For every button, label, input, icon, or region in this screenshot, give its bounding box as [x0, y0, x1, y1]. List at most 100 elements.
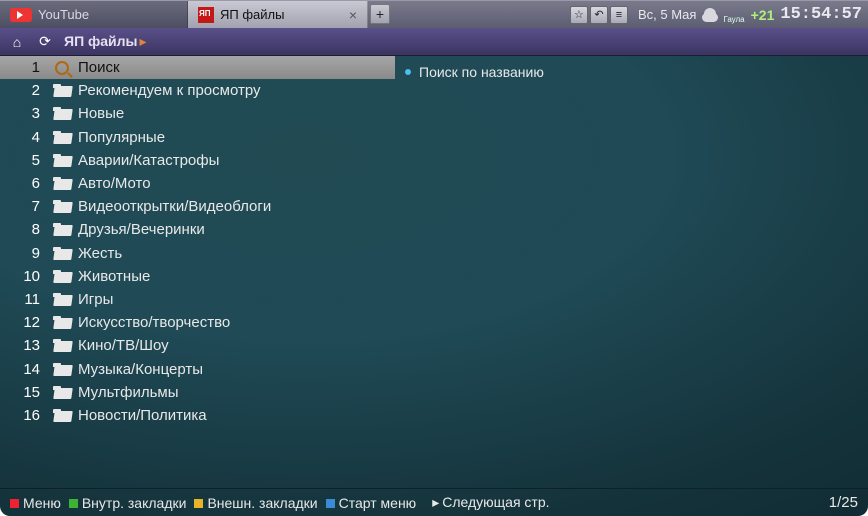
home-icon[interactable]: ⌂ [8, 33, 26, 51]
row-number: 12 [0, 314, 50, 331]
yellow-dot-icon [194, 499, 203, 508]
folder-icon [50, 247, 74, 260]
arrow-right-icon: ▸ [432, 494, 439, 510]
folder-icon [50, 107, 74, 120]
folder-icon [50, 409, 74, 422]
row-number: 11 [0, 291, 50, 308]
folder-icon [50, 270, 74, 283]
row-number: 5 [0, 152, 50, 169]
row-number: 6 [0, 175, 50, 192]
folder-icon [50, 131, 74, 144]
list-item[interactable]: 14 Музыка/Концерты [0, 357, 395, 380]
row-number: 1 [0, 59, 50, 76]
legend-menu: Меню [10, 495, 61, 511]
list-item[interactable]: 16 Новости/Политика [0, 404, 395, 427]
breadcrumb-label: ЯП файлы [64, 33, 138, 49]
status-area: Вс, 5 Мая Гаула +21 15:54:57 [632, 1, 868, 28]
list-item[interactable]: 11 Игры [0, 288, 395, 311]
folder-icon [50, 386, 74, 399]
row-label: Поиск [74, 59, 120, 76]
legend-internal-bookmarks: Внутр. закладки [69, 495, 187, 511]
back-icon[interactable]: ↶ [590, 6, 608, 24]
page-indicator: 1/25 [829, 494, 858, 511]
row-number: 7 [0, 198, 50, 215]
folder-icon [50, 154, 74, 167]
row-label: Видеооткрытки/Видеоблоги [74, 198, 271, 215]
blue-dot-icon [326, 499, 335, 508]
row-label: Друзья/Вечеринки [74, 221, 205, 238]
folder-icon [50, 200, 74, 213]
breadcrumb: ЯП файлы▸ [64, 33, 147, 50]
row-label: Животные [74, 268, 150, 285]
menu-icon[interactable]: ≡ [610, 6, 628, 24]
list-item[interactable]: 9 Жесть [0, 242, 395, 265]
row-number: 16 [0, 407, 50, 424]
row-label: Кино/ТВ/Шоу [74, 337, 169, 354]
row-label: Жесть [74, 245, 122, 262]
folder-icon [50, 316, 74, 329]
row-label: Искусство/творчество [74, 314, 230, 331]
weather-cloud-icon [702, 8, 720, 22]
tab-controls: ☆ ↶ ≡ [570, 1, 632, 28]
reload-icon[interactable]: ⟳ [36, 33, 54, 51]
list-item[interactable]: 2Рекомендуем к просмотру [0, 79, 395, 102]
row-number: 4 [0, 129, 50, 146]
row-label: Музыка/Концерты [74, 361, 203, 378]
tab-youtube[interactable]: YouTube [0, 1, 188, 28]
folder-icon [50, 363, 74, 376]
main-area: 1 Поиск 2Рекомендуем к просмотру 3 Новые 4 Поп… [0, 56, 868, 488]
close-tab-icon[interactable]: × [349, 7, 357, 23]
tab-label: ЯП файлы [220, 7, 284, 22]
status-temp: +21 [751, 7, 775, 23]
new-tab-button[interactable]: + [370, 4, 390, 24]
toolbar: ⌂ ⟳ ЯП файлы▸ [0, 28, 868, 56]
status-city: Гаула [723, 15, 744, 24]
row-number: 13 [0, 337, 50, 354]
legend-external-bookmarks: Внешн. закладки [194, 495, 317, 511]
list-item[interactable]: 13 Кино/ТВ/Шоу [0, 334, 395, 357]
list-item[interactable]: 5 Аварии/Катастрофы [0, 149, 395, 172]
tab-yap-files[interactable]: ЯП файлы × [188, 1, 368, 28]
chevron-right-icon: ▸ [140, 33, 147, 49]
row-label: Новости/Политика [74, 407, 207, 424]
tab-label: YouTube [38, 7, 89, 22]
yap-icon [198, 7, 214, 23]
list-item[interactable]: 7 Видеооткрытки/Видеоблоги [0, 195, 395, 218]
row-label: Игры [74, 291, 113, 308]
red-dot-icon [10, 499, 19, 508]
folder-icon [50, 223, 74, 236]
folder-icon [50, 339, 74, 352]
row-label: Новые [74, 105, 124, 122]
row-number: 9 [0, 245, 50, 262]
bullet-icon [405, 69, 411, 75]
list-item[interactable]: 10 Животные [0, 265, 395, 288]
tab-bar: YouTube ЯП файлы × + ☆ ↶ ≡ Вс, 5 Мая Гау… [0, 0, 868, 28]
list-column: 1 Поиск 2Рекомендуем к просмотру 3 Новые 4 Поп… [0, 56, 395, 488]
favorite-icon[interactable]: ☆ [570, 6, 588, 24]
row-label: Аварии/Катастрофы [74, 152, 219, 169]
detail-description: Поиск по названию [419, 64, 544, 80]
status-time: 15:54:57 [780, 5, 862, 24]
list-item[interactable]: 3 Новые [0, 102, 395, 125]
row-number: 10 [0, 268, 50, 285]
legend-start-menu: Старт меню [326, 495, 417, 511]
row-label: Мультфильмы [74, 384, 178, 401]
row-number: 14 [0, 361, 50, 378]
folder-icon [50, 84, 74, 97]
list-item[interactable]: 1 Поиск [0, 56, 395, 79]
list-item[interactable]: 8Друзья/Вечеринки [0, 218, 395, 241]
list-item[interactable]: 4 Популярные [0, 126, 395, 149]
list-item[interactable]: 6 Авто/Мото [0, 172, 395, 195]
folder-icon [50, 293, 74, 306]
row-label: Рекомендуем к просмотру [74, 82, 261, 99]
row-label: Авто/Мото [74, 175, 151, 192]
search-icon [50, 61, 74, 75]
list-item[interactable]: 12 Искусство/творчество [0, 311, 395, 334]
category-list: 1 Поиск 2Рекомендуем к просмотру 3 Новые 4 Поп… [0, 56, 395, 427]
detail-pane: Поиск по названию [395, 56, 868, 488]
row-label: Популярные [74, 129, 165, 146]
list-item[interactable]: 15Мультфильмы [0, 381, 395, 404]
legend-next-page[interactable]: ▸Следующая стр. [424, 494, 549, 511]
green-dot-icon [69, 499, 78, 508]
row-number: 3 [0, 105, 50, 122]
